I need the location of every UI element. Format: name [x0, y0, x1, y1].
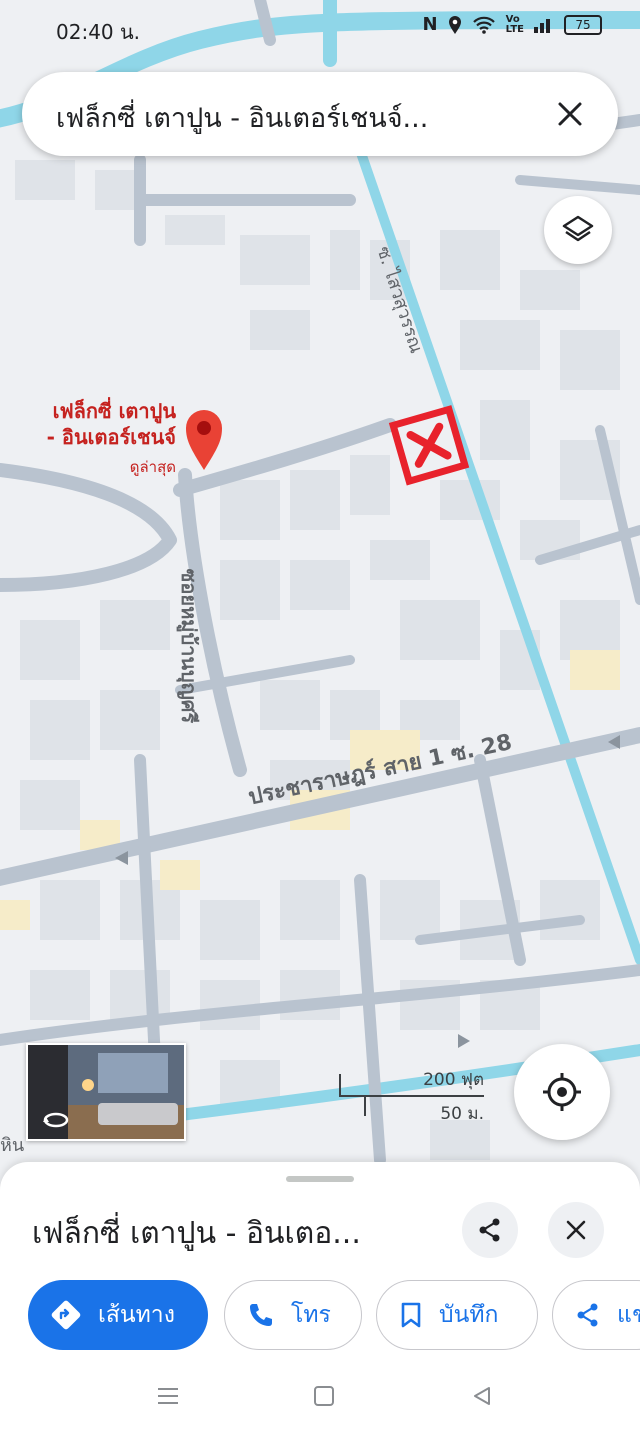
location-icon: [448, 15, 461, 34]
status-bar: 02:40 น. N Vo LTE 75: [0, 0, 640, 58]
layers-icon: [562, 215, 594, 242]
directions-button[interactable]: เส้นทาง: [28, 1280, 208, 1350]
layers-button[interactable]: [544, 196, 612, 264]
directions-label: เส้นทาง: [98, 1302, 175, 1328]
call-label: โทร: [291, 1302, 331, 1328]
close-icon: [566, 1220, 586, 1240]
close-icon: [558, 102, 582, 126]
battery-icon: 75: [564, 14, 602, 35]
search-close-button[interactable]: [548, 92, 592, 136]
place-label[interactable]: เฟล็กซี่ เตาปูน - อินเตอร์เชนจ์: [18, 398, 176, 450]
share-chip-label: แช: [617, 1302, 640, 1328]
system-nav-bar: [0, 1360, 640, 1433]
status-time: 02:40 น.: [56, 20, 141, 44]
place-label-line2: - อินเตอร์เชนจ์: [46, 425, 176, 449]
search-query[interactable]: เฟล็กซี่ เตาปูน - อินเตอร์เชนจ์...: [56, 96, 428, 139]
share-icon: [577, 1303, 598, 1327]
share-chip-button[interactable]: แช: [552, 1280, 640, 1350]
save-button[interactable]: บันทึก: [376, 1280, 538, 1350]
signal-icon: [534, 18, 550, 33]
place-title: เฟล็กซี่ เตาปูน - อินเตอ...: [32, 1216, 361, 1251]
search-bar[interactable]: เฟล็กซี่ เตาปูน - อินเตอร์เชนจ์...: [22, 72, 618, 156]
back-triangle-icon: [474, 1387, 490, 1405]
street-view-rotate-icon: [43, 1112, 69, 1128]
map-scale: 200 ฟุต 50 ม.: [338, 1066, 488, 1126]
sheet-close-button[interactable]: [548, 1202, 604, 1258]
status-icons: N Vo LTE 75: [423, 14, 602, 35]
street-label-vertical: ซอยหมู่บ้านบุญศรี: [177, 568, 202, 724]
place-recently-viewed: ดูล่าสุด: [129, 458, 176, 476]
street-view-thumbnail[interactable]: [26, 1043, 186, 1141]
nfc-icon: N: [422, 14, 438, 35]
bookmark-icon: [401, 1302, 421, 1328]
save-label: บันทึก: [439, 1302, 499, 1328]
call-button[interactable]: โทร: [224, 1280, 362, 1350]
recent-apps-button[interactable]: [148, 1378, 188, 1414]
share-button[interactable]: [462, 1202, 518, 1258]
volte-icon: Vo LTE: [505, 13, 524, 35]
phone-icon: [250, 1304, 272, 1326]
menu-icon: [158, 1388, 178, 1404]
home-button[interactable]: [304, 1378, 344, 1414]
map-edge-label: หิน: [0, 1135, 25, 1156]
share-icon: [479, 1218, 500, 1242]
place-label-line1: เฟล็กซี่ เตาปูน: [52, 399, 176, 423]
directions-icon: [51, 1300, 81, 1330]
home-square-icon: [314, 1386, 334, 1406]
scale-meters: 50 ม.: [440, 1104, 484, 1124]
back-button[interactable]: [462, 1378, 502, 1414]
my-location-button[interactable]: [514, 1044, 610, 1140]
crosshair-icon: [543, 1073, 581, 1111]
sheet-drag-handle[interactable]: [286, 1176, 354, 1182]
wifi-icon: [472, 16, 495, 34]
